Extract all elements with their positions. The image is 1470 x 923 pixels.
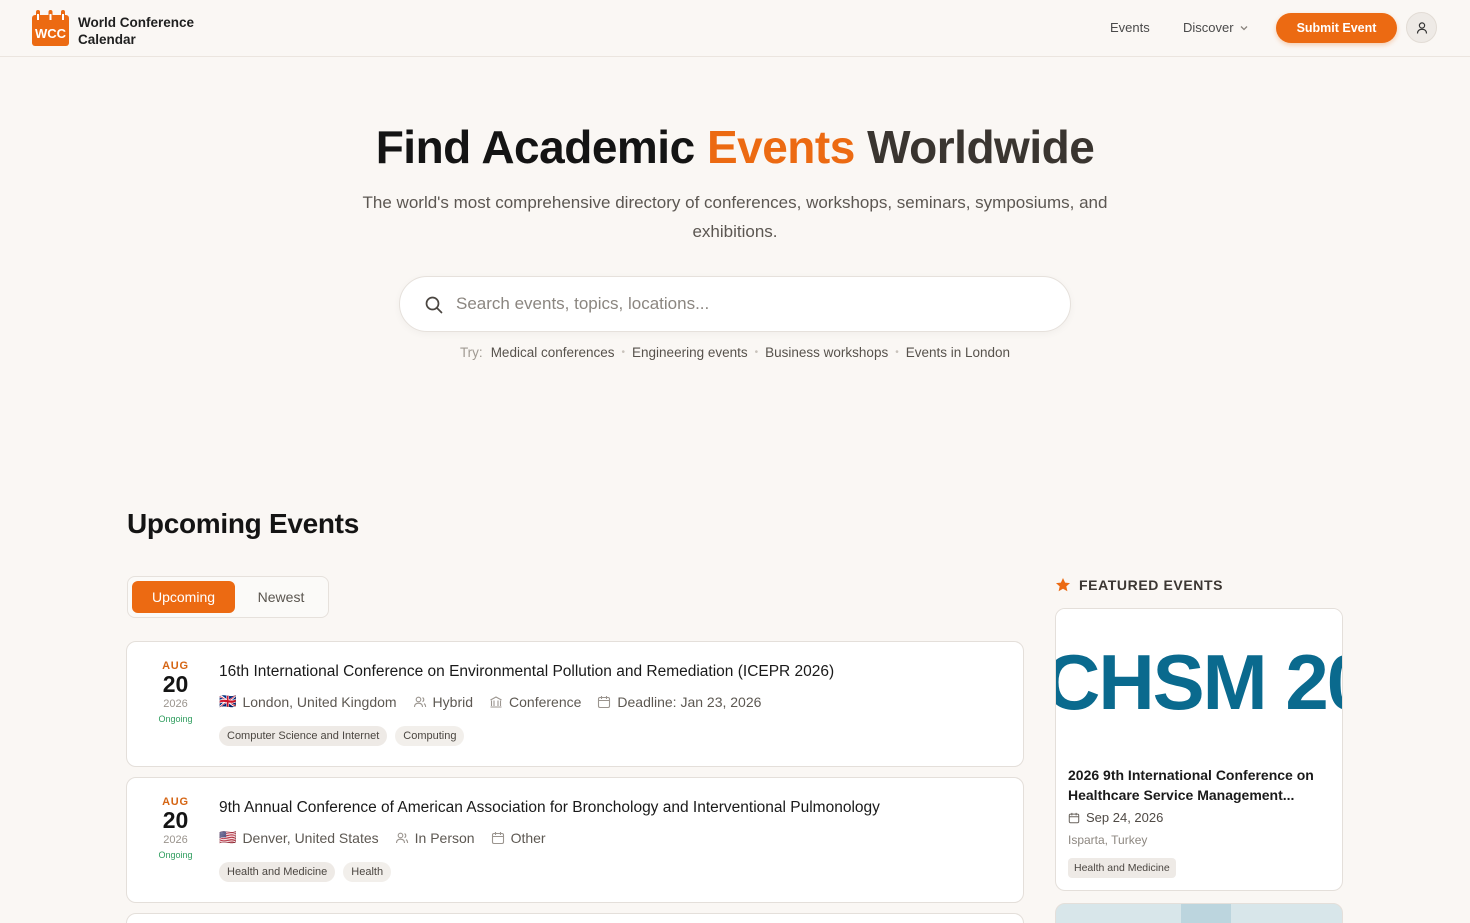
separator-dot: • xyxy=(895,347,899,358)
hero-title: Find Academic Events Worldwide xyxy=(0,120,1470,174)
submit-event-button[interactable]: Submit Event xyxy=(1276,13,1397,43)
event-deadline: Deadline: Jan 23, 2026 xyxy=(597,694,761,710)
event-location-text: London, United Kingdom xyxy=(242,693,397,710)
calendar-logo-icon[interactable]: WCC xyxy=(32,10,69,46)
event-type-text: Conference xyxy=(509,693,582,710)
search-bar[interactable] xyxy=(399,276,1071,332)
event-status: Ongoing xyxy=(158,850,193,860)
tab-upcoming[interactable]: Upcoming xyxy=(132,581,235,613)
featured-event-card[interactable]: CHSM 202 2026 9th International Conferen… xyxy=(1055,608,1343,891)
calendar-icon xyxy=(491,831,504,844)
calendar-icon xyxy=(1068,812,1080,823)
event-deadline-text: Deadline: Jan 23, 2026 xyxy=(617,693,762,710)
people-icon xyxy=(395,832,408,843)
event-date: AUG 20 2026 Ongoing xyxy=(147,660,204,727)
suggestion-medical-conferences[interactable]: Medical conferences xyxy=(491,345,615,360)
building-icon xyxy=(490,695,502,708)
event-tags: Health and Medicine Health xyxy=(219,862,392,882)
featured-image-logo-text: CHSM 202 xyxy=(1056,638,1342,726)
hero-title-accent: Events xyxy=(706,121,855,173)
people-icon xyxy=(413,696,426,707)
featured-heading-text: FEATURED EVENTS xyxy=(1079,577,1224,593)
search-suggestions: Try: Medical conferences • Engineering e… xyxy=(0,345,1470,360)
event-title[interactable]: 9th Annual Conference of American Associ… xyxy=(219,799,1009,817)
suggestion-engineering-events[interactable]: Engineering events xyxy=(632,345,748,360)
featured-image-fragment xyxy=(1181,904,1231,923)
chevron-down-icon xyxy=(1240,25,1248,30)
event-format-text: Hybrid xyxy=(432,693,474,710)
event-day: 20 xyxy=(162,671,189,697)
event-location-text: Denver, United States xyxy=(242,829,379,846)
user-account-button[interactable] xyxy=(1406,12,1437,43)
us-flag-icon: 🇺🇸 xyxy=(219,829,237,845)
event-day: 20 xyxy=(162,807,189,833)
star-icon xyxy=(1056,578,1070,592)
event-card[interactable]: AUG 20 2026 Ongoing 9th Annual Conferenc… xyxy=(126,777,1024,903)
event-sort-tabs: Upcoming Newest xyxy=(127,576,329,618)
event-meta: 🇬🇧 London, United Kingdom Hybrid Confere… xyxy=(219,693,777,710)
nav-discover-label: Discover xyxy=(1183,20,1234,35)
calendar-icon xyxy=(598,695,611,708)
search-icon xyxy=(425,296,443,314)
upcoming-events-heading: Upcoming Events xyxy=(127,508,359,539)
featured-event-tag[interactable]: Health and Medicine xyxy=(1068,858,1176,878)
featured-event-location: Isparta, Turkey xyxy=(1068,833,1148,847)
suggestion-events-in-london[interactable]: Events in London xyxy=(906,345,1010,360)
event-card[interactable] xyxy=(126,913,1024,923)
event-title[interactable]: 16th International Conference on Environ… xyxy=(219,663,1009,681)
event-type: Other xyxy=(491,830,546,846)
featured-event-date: Sep 24, 2026 xyxy=(1068,810,1163,825)
event-meta: 🇺🇸 Denver, United States In Person Other xyxy=(219,829,562,846)
featured-event-image[interactable]: CHSM 202 xyxy=(1056,609,1342,755)
event-format-text: In Person xyxy=(414,829,475,846)
try-label: Try: xyxy=(459,345,483,360)
event-card[interactable]: AUG 20 2026 Ongoing 16th International C… xyxy=(126,641,1024,767)
event-tags: Computer Science and Internet Computing xyxy=(219,726,465,746)
suggestion-business-workshops[interactable]: Business workshops xyxy=(765,345,888,360)
uk-flag-icon: 🇬🇧 xyxy=(219,693,237,709)
brand-name[interactable]: World Conference Calendar xyxy=(78,14,238,48)
logo-text: WCC xyxy=(35,26,67,41)
separator-dot: • xyxy=(621,347,626,358)
event-location: 🇺🇸 Denver, United States xyxy=(219,829,379,846)
event-tag[interactable]: Computing xyxy=(395,726,465,746)
event-type-text: Other xyxy=(510,829,546,846)
event-year: 2026 xyxy=(163,698,188,710)
hero-title-part2: Worldwide xyxy=(854,121,1095,173)
event-format: Hybrid xyxy=(413,694,473,710)
featured-event-card[interactable] xyxy=(1055,903,1343,923)
event-year: 2026 xyxy=(163,834,188,846)
nav-discover-menu[interactable]: Discover xyxy=(1183,20,1249,35)
event-tag[interactable]: Computer Science and Internet xyxy=(219,726,388,746)
event-format: In Person xyxy=(395,830,475,846)
featured-events-heading: FEATURED EVENTS xyxy=(1055,577,1223,593)
search-input[interactable] xyxy=(456,285,1046,323)
featured-event-date-text: Sep 24, 2026 xyxy=(1086,810,1164,825)
tab-newest[interactable]: Newest xyxy=(235,581,327,613)
separator-dot: • xyxy=(754,347,759,358)
hero-title-part1: Find Academic xyxy=(375,121,707,173)
event-tag[interactable]: Health and Medicine xyxy=(219,862,336,882)
event-tag[interactable]: Health xyxy=(343,862,392,882)
event-location: 🇬🇧 London, United Kingdom xyxy=(219,693,397,710)
featured-event-title[interactable]: 2026 9th International Conference on Hea… xyxy=(1068,765,1332,805)
event-date: AUG 20 2026 Ongoing xyxy=(147,796,204,863)
event-type: Conference xyxy=(489,694,581,710)
top-navbar: WCC World Conference Calendar Events Dis… xyxy=(0,0,1470,57)
event-status: Ongoing xyxy=(158,714,193,724)
hero-subtitle: The world's most comprehensive directory… xyxy=(362,193,1108,241)
nav-events-link[interactable]: Events xyxy=(1110,20,1150,35)
user-icon xyxy=(1416,21,1427,34)
